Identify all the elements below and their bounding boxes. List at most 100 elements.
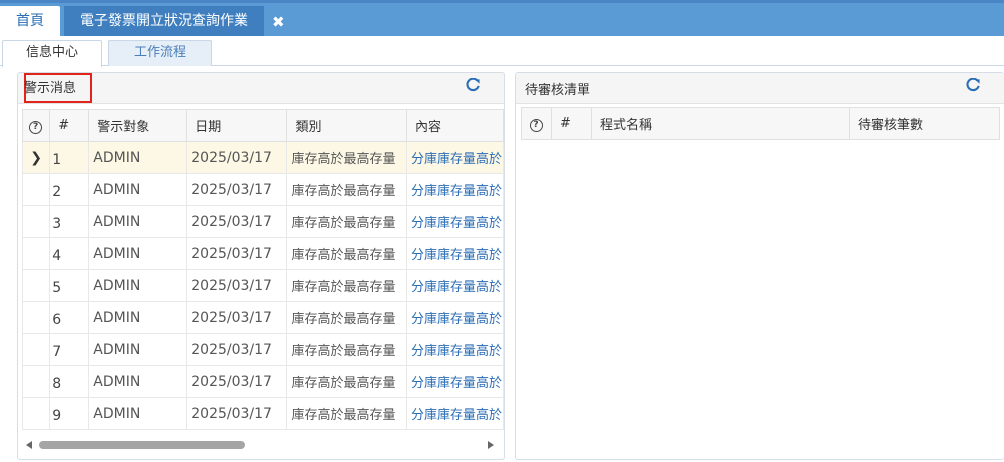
alert-content-link[interactable]: 分庫庫存量高於 — [405, 365, 504, 398]
column-header-content[interactable]: 內容 — [405, 109, 504, 142]
alert-target: ADMIN — [88, 301, 188, 334]
scrollbar-thumb[interactable] — [39, 441, 245, 449]
row-number: 7 — [49, 333, 90, 366]
alert-category: 庫存高於最高存量 — [286, 141, 407, 174]
column-header-pending-count[interactable]: 待審核筆數 — [849, 107, 1000, 140]
tab-workflow[interactable]: 工作流程 — [108, 40, 212, 66]
alerts-panel-header: 警示消息 — [18, 73, 504, 104]
table-row[interactable]: 4 ADMIN 2025/03/17 庫存高於最高存量 分庫庫存量高於 — [21, 237, 504, 270]
alert-date: 2025/03/17 — [186, 269, 288, 302]
alert-date: 2025/03/17 — [186, 301, 288, 334]
alert-category: 庫存高於最高存量 — [286, 365, 407, 398]
row-number: 3 — [49, 205, 90, 238]
table-row[interactable]: 6 ADMIN 2025/03/17 庫存高於最高存量 分庫庫存量高於 — [21, 301, 504, 334]
row-selector — [21, 333, 51, 366]
pending-panel-header: 待審核清單 — [516, 73, 1004, 104]
alert-content-link[interactable]: 分庫庫存量高於 — [405, 269, 504, 302]
alert-category: 庫存高於最高存量 — [286, 269, 407, 302]
row-selector — [21, 365, 51, 398]
alert-category: 庫存高於最高存量 — [286, 173, 407, 206]
tab-home[interactable]: 首頁 — [0, 6, 60, 39]
help-icon: ? — [529, 118, 543, 132]
row-number: 1 — [49, 141, 90, 174]
row-selector — [21, 237, 51, 270]
alert-date: 2025/03/17 — [186, 205, 288, 238]
alerts-panel: 警示消息 ? # 警示對象 日期 類別 內容 ❯ 1 ADMIN 2025/03/17… — [17, 72, 505, 460]
alert-content-link[interactable]: 分庫庫存量高於 — [405, 141, 504, 174]
row-selector — [21, 301, 51, 334]
alert-category: 庫存高於最高存量 — [286, 205, 407, 238]
table-row[interactable]: 3 ADMIN 2025/03/17 庫存高於最高存量 分庫庫存量高於 — [21, 205, 504, 238]
row-selector — [21, 173, 51, 206]
alert-content-link[interactable]: 分庫庫存量高於 — [405, 301, 504, 334]
pending-review-panel: 待審核清單 ? # 程式名稱 待審核筆數 — [515, 72, 1004, 460]
alerts-table: ? # 警示對象 日期 類別 內容 ❯ 1 ADMIN 2025/03/17 庫存高於最… — [21, 109, 504, 430]
alerts-panel-title: 警示消息 — [24, 81, 77, 96]
row-selector — [21, 269, 51, 302]
pending-panel-title: 待審核清單 — [525, 83, 591, 98]
row-selector: ❯ — [21, 141, 51, 174]
refresh-icon-svg — [966, 77, 980, 92]
table-row[interactable]: ❯ 1 ADMIN 2025/03/17 庫存高於最高存量 分庫庫存量高於 — [21, 141, 504, 174]
alert-target: ADMIN — [88, 173, 188, 206]
row-number: 5 — [49, 269, 90, 302]
scroll-left-arrow-icon[interactable] — [26, 441, 32, 449]
tab-info-center[interactable]: 信息中心 — [2, 40, 102, 67]
row-selector — [21, 205, 51, 238]
alert-target: ADMIN — [88, 269, 188, 302]
column-header-num[interactable]: # — [551, 107, 592, 140]
alert-content-link[interactable]: 分庫庫存量高於 — [405, 173, 504, 206]
help-column-header[interactable]: ? — [521, 107, 552, 140]
alert-content-link[interactable]: 分庫庫存量高於 — [405, 237, 504, 270]
alert-content-link[interactable]: 分庫庫存量高於 — [405, 397, 504, 430]
alert-target: ADMIN — [88, 365, 188, 398]
alert-category: 庫存高於最高存量 — [286, 397, 407, 430]
refresh-icon-svg — [466, 77, 480, 92]
row-number: 8 — [49, 365, 90, 398]
alert-content-link[interactable]: 分庫庫存量高於 — [405, 205, 504, 238]
column-header-category[interactable]: 類別 — [286, 109, 407, 142]
alert-target: ADMIN — [88, 141, 188, 174]
row-selector — [21, 397, 51, 430]
table-row[interactable]: 2 ADMIN 2025/03/17 庫存高於最高存量 分庫庫存量高於 — [21, 173, 504, 206]
column-header-date[interactable]: 日期 — [186, 109, 288, 142]
help-icon: ? — [29, 120, 43, 134]
alert-target: ADMIN — [88, 397, 188, 430]
alert-category: 庫存高於最高存量 — [286, 237, 407, 270]
table-row[interactable]: 8 ADMIN 2025/03/17 庫存高於最高存量 分庫庫存量高於 — [21, 365, 504, 398]
refresh-icon[interactable] — [965, 77, 981, 94]
refresh-icon[interactable] — [465, 77, 481, 94]
pending-table: ? # 程式名稱 待審核筆數 — [521, 107, 1000, 140]
table-header-row: ? # 警示對象 日期 類別 內容 — [21, 109, 504, 142]
alert-date: 2025/03/17 — [186, 333, 288, 366]
alert-content-link[interactable]: 分庫庫存量高於 — [405, 333, 504, 366]
alert-target: ADMIN — [88, 205, 188, 238]
alert-target: ADMIN — [88, 237, 188, 270]
alert-date: 2025/03/17 — [186, 237, 288, 270]
help-column-header[interactable]: ? — [21, 109, 51, 142]
column-header-program[interactable]: 程式名稱 — [591, 107, 850, 140]
scroll-right-arrow-icon[interactable] — [488, 441, 494, 449]
alert-category: 庫存高於最高存量 — [286, 301, 407, 334]
table-header-row: ? # 程式名稱 待審核筆數 — [521, 107, 1000, 140]
close-tab-icon[interactable]: ✖ — [272, 13, 285, 31]
row-number: 6 — [49, 301, 90, 334]
top-tab-bar: 首頁 電子發票開立狀況查詢作業 ✖ — [0, 0, 1004, 39]
table-row[interactable]: 5 ADMIN 2025/03/17 庫存高於最高存量 分庫庫存量高於 — [21, 269, 504, 302]
sub-tab-bar: 信息中心 工作流程 — [0, 36, 1004, 67]
column-header-target[interactable]: 警示對象 — [88, 109, 188, 142]
row-number: 4 — [49, 237, 90, 270]
row-number: 9 — [49, 397, 90, 430]
alert-category: 庫存高於最高存量 — [286, 333, 407, 366]
alert-date: 2025/03/17 — [186, 365, 288, 398]
tab-einvoice-query[interactable]: 電子發票開立狀況查詢作業 — [64, 6, 264, 39]
row-number: 2 — [49, 173, 90, 206]
column-header-num[interactable]: # — [49, 109, 90, 142]
horizontal-scrollbar[interactable] — [22, 438, 500, 452]
alert-date: 2025/03/17 — [186, 141, 288, 174]
table-row[interactable]: 7 ADMIN 2025/03/17 庫存高於最高存量 分庫庫存量高於 — [21, 333, 504, 366]
alert-date: 2025/03/17 — [186, 173, 288, 206]
alert-date: 2025/03/17 — [186, 397, 288, 430]
alert-target: ADMIN — [88, 333, 188, 366]
table-row[interactable]: 9 ADMIN 2025/03/17 庫存高於最高存量 分庫庫存量高於 — [21, 397, 504, 430]
